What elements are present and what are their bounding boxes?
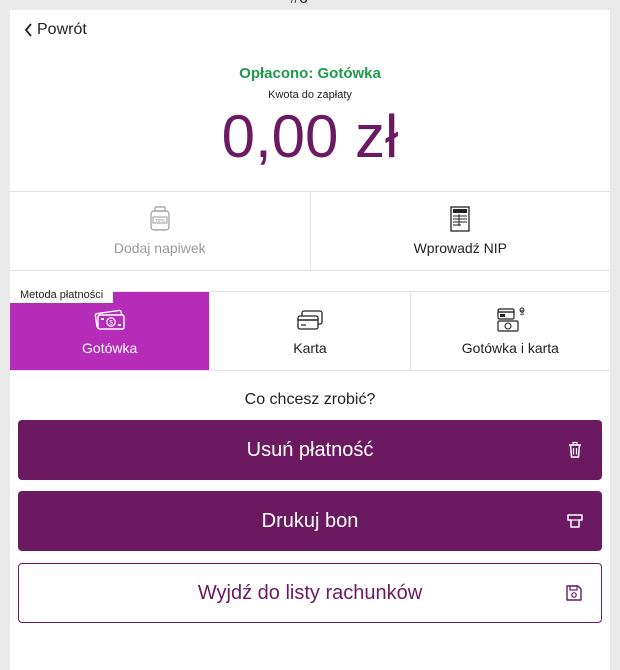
divider <box>10 270 610 271</box>
cash-and-card-icon: $ <box>497 307 525 332</box>
action-question: Co chcesz zrobić? <box>244 391 376 408</box>
svg-text:TIPS: TIPS <box>155 218 165 223</box>
payment-method-section-label: Metoda płatności <box>10 288 114 303</box>
method-cash-and-card[interactable]: $ Gotówka i karta <box>409 292 610 370</box>
card-icon <box>297 310 323 330</box>
enter-nip-button[interactable]: Wprowadź NIP <box>311 192 611 270</box>
amount-label: Kwota do zapłaty <box>268 89 352 101</box>
print-receipt-button[interactable]: Drukuj bon <box>18 491 602 551</box>
payment-modal: Powrót Opłacono: Gotówka Kwota do zapłat… <box>10 10 610 670</box>
add-tip-label: Dodaj napiwek <box>113 240 206 256</box>
payment-methods: $ Gotówka Karta $ Gotówka i karta <box>10 292 610 370</box>
enter-nip-label: Wprowadź NIP <box>413 240 507 256</box>
payment-status: Opłacono: Gotówka <box>239 65 381 82</box>
back-button[interactable]: Powrót <box>24 21 87 39</box>
delete-payment-label: Usuń płatność <box>246 438 374 461</box>
save-icon <box>566 585 582 601</box>
backdrop-partial-text: #6 <box>290 0 308 8</box>
invoice-nip-icon <box>450 206 470 232</box>
method-card[interactable]: Karta <box>209 292 409 370</box>
svg-text:$: $ <box>109 320 113 327</box>
trash-icon <box>569 441 581 458</box>
method-cash[interactable]: $ Gotówka <box>10 292 210 370</box>
tips-jar-icon: TIPS <box>150 206 170 231</box>
cash-icon: $ <box>94 309 125 330</box>
method-cash-and-card-label: Gotówka i karta <box>461 340 559 356</box>
receipt-printer-icon <box>567 514 583 528</box>
add-tip-button[interactable]: TIPS Dodaj napiwek <box>10 192 310 270</box>
print-receipt-label: Drukuj bon <box>261 509 359 532</box>
amount-value: 0,00 zł <box>221 103 399 170</box>
method-card-label: Karta <box>293 340 327 356</box>
extras-row: TIPS Dodaj napiwek Wprowadź NIP <box>10 192 610 270</box>
chevron-left-icon <box>24 23 32 37</box>
back-label: Powrót <box>37 21 87 38</box>
method-cash-label: Gotówka <box>82 340 138 356</box>
exit-to-bills-label: Wyjdź do listy rachunków <box>197 581 423 604</box>
exit-to-bills-button[interactable]: Wyjdź do listy rachunków <box>18 563 602 623</box>
delete-payment-button[interactable]: Usuń płatność <box>18 420 602 480</box>
divider <box>10 370 610 371</box>
